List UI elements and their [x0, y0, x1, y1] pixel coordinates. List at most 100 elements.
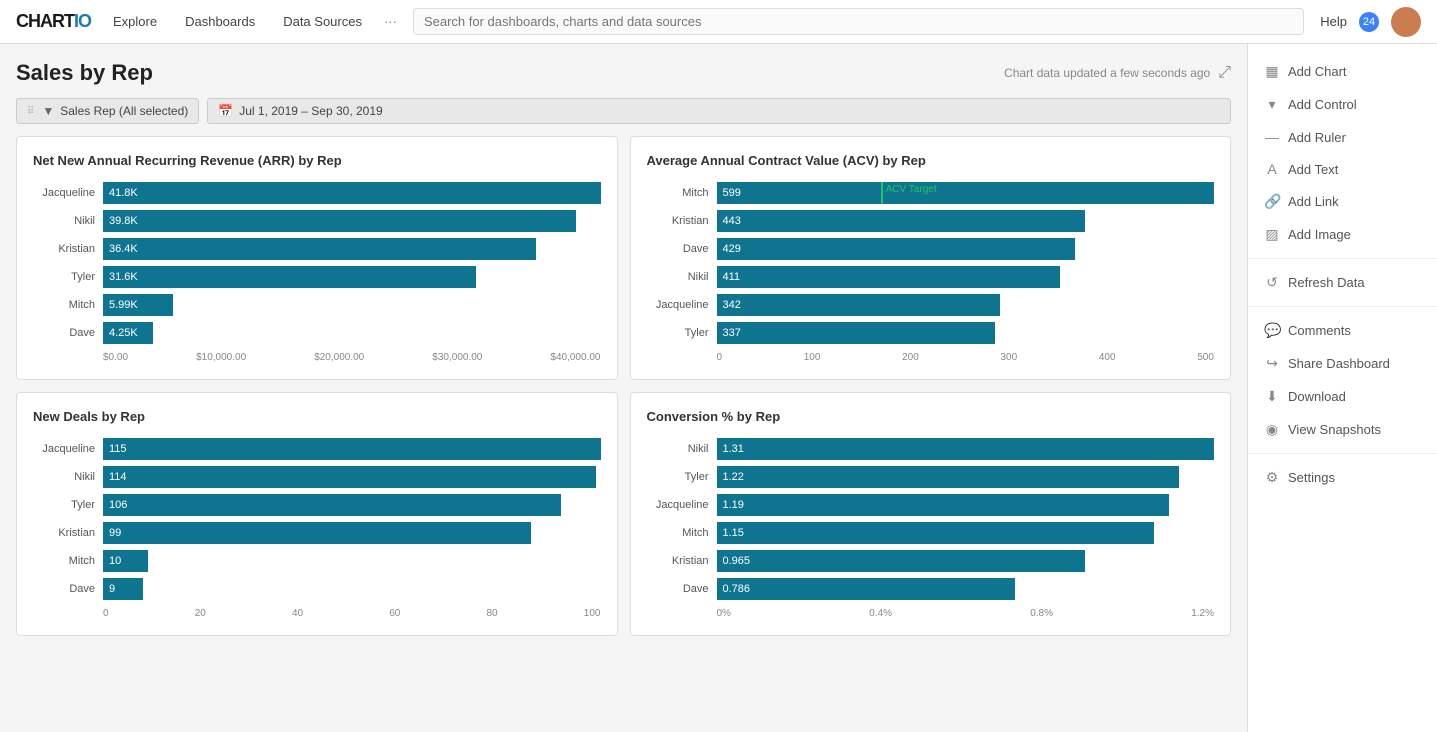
xaxis-tick: 300: [1001, 352, 1018, 363]
sidebar-item-comments[interactable]: 💬Comments: [1248, 315, 1437, 346]
bar-value: 4.25K: [109, 327, 138, 339]
xaxis-tick: $40,000.00: [550, 352, 600, 363]
bar-fill: 41.8K: [103, 182, 601, 204]
sidebar-item-add-text[interactable]: AAdd Text: [1248, 154, 1437, 184]
dashboard-header: Sales by Rep Chart data updated a few se…: [16, 60, 1231, 86]
chart-arr: Net New Annual Recurring Revenue (ARR) b…: [16, 136, 618, 380]
bar-value: 1.19: [723, 499, 744, 511]
add-ruler-icon: ―: [1264, 129, 1280, 145]
xaxis-tick: 100: [804, 352, 821, 363]
chart-arr-bars: Jacqueline41.8KNikil39.8KKristian36.4KTy…: [33, 182, 601, 344]
sidebar-divider: [1248, 306, 1437, 307]
bar-label: Mitch: [647, 187, 717, 199]
sidebar-item-view-snapshots[interactable]: ◉View Snapshots: [1248, 414, 1437, 445]
chart-arr-title: Net New Annual Recurring Revenue (ARR) b…: [33, 153, 601, 168]
avatar[interactable]: [1391, 7, 1421, 37]
xaxis-tick: 200: [902, 352, 919, 363]
bar-label: Jacqueline: [647, 499, 717, 511]
sidebar-item-label: Add Chart: [1288, 64, 1347, 79]
app-logo[interactable]: CHARTIO: [16, 11, 91, 32]
sidebar-item-add-control[interactable]: ▾Add Control: [1248, 89, 1437, 120]
bar-row: Tyler 337: [647, 322, 1215, 344]
notification-badge[interactable]: 24: [1359, 12, 1379, 32]
search-input[interactable]: [413, 8, 1304, 35]
bar-row: Kristian36.4K: [33, 238, 601, 260]
dashboard-meta: Chart data updated a few seconds ago ⤢: [1004, 64, 1231, 82]
download-icon: ⬇: [1264, 388, 1280, 405]
bar-fill: 99: [103, 522, 531, 544]
bar-row: Tyler1.22: [647, 466, 1215, 488]
sidebar-item-settings[interactable]: ⚙Settings: [1248, 462, 1437, 493]
help-link[interactable]: Help: [1320, 14, 1347, 29]
chart-conversion-xaxis: 0%0.4%0.8%1.2%: [647, 608, 1215, 619]
xaxis-tick: 1.2%: [1191, 608, 1214, 619]
sidebar-item-download[interactable]: ⬇Download: [1248, 381, 1437, 412]
bar-label: Nikil: [33, 471, 103, 483]
sidebar-item-add-link[interactable]: 🔗Add Link: [1248, 186, 1437, 217]
bar-label: Mitch: [33, 555, 103, 567]
bar-label: Tyler: [647, 327, 717, 339]
sidebar-item-label: Add Ruler: [1288, 130, 1346, 145]
filter-icon: ▼: [42, 104, 54, 118]
bar-value: 5.99K: [109, 299, 138, 311]
sidebar-item-refresh-data[interactable]: ↺Refresh Data: [1248, 267, 1437, 298]
bar-container: 443: [717, 210, 1215, 232]
bar-value: 36.4K: [109, 243, 138, 255]
bar-value: 31.6K: [109, 271, 138, 283]
calendar-icon: 📅: [218, 104, 233, 118]
xaxis-tick: 60: [389, 608, 400, 619]
bar-value: 99: [109, 527, 121, 539]
bar-row: Kristian443: [647, 210, 1215, 232]
bar-value: 9: [109, 583, 115, 595]
chart-acv-xaxis: 0100200300400500: [647, 352, 1215, 363]
bar-value: 39.8K: [109, 215, 138, 227]
bar-row: Nikil1.31: [647, 438, 1215, 460]
xaxis-tick: 40: [292, 608, 303, 619]
bar-row: Dave9: [33, 578, 601, 600]
bar-label: Nikil: [647, 271, 717, 283]
add-link-icon: 🔗: [1264, 193, 1280, 210]
expand-icon[interactable]: ⤢: [1218, 64, 1231, 82]
bar-row: Dave429: [647, 238, 1215, 260]
bar-row: Tyler106: [33, 494, 601, 516]
chart-deals-bars: Jacqueline115Nikil114Tyler106Kristian99M…: [33, 438, 601, 600]
bar-value: 337: [723, 327, 741, 339]
sidebar-item-add-ruler[interactable]: ― Add Ruler: [1248, 122, 1437, 152]
nav-data-sources[interactable]: Data Sources: [277, 10, 368, 33]
bar-value: 41.8K: [109, 187, 138, 199]
bar-container: 429: [717, 238, 1215, 260]
target-label: ACV Target: [886, 184, 937, 195]
xaxis-tick: 0: [717, 352, 723, 363]
bar-row: Mitch10: [33, 550, 601, 572]
sidebar-item-share-dashboard[interactable]: ↪Share Dashboard: [1248, 348, 1437, 379]
sales-rep-filter[interactable]: ⠿ ▼ Sales Rep (All selected): [16, 98, 199, 124]
bar-label: Mitch: [647, 527, 717, 539]
filter-bar: ⠿ ▼ Sales Rep (All selected) 📅 Jul 1, 20…: [16, 98, 1231, 124]
chart-conversion-title: Conversion % by Rep: [647, 409, 1215, 424]
bar-container: 9: [103, 578, 601, 600]
nav-dashboards[interactable]: Dashboards: [179, 10, 261, 33]
bar-label: Nikil: [33, 215, 103, 227]
target-line: [881, 182, 883, 204]
nav-more[interactable]: ···: [384, 14, 397, 29]
bar-fill: 1.22: [717, 466, 1180, 488]
right-sidebar: ▦Add Chart▾Add Control ― Add Ruler AAdd Tex…: [1247, 44, 1437, 732]
bar-row: Dave4.25K: [33, 322, 601, 344]
bar-fill: 10: [103, 550, 148, 572]
bar-container: 342: [717, 294, 1215, 316]
chart-deals: New Deals by Rep Jacqueline115Nikil114Ty…: [16, 392, 618, 636]
bar-label: Tyler: [647, 471, 717, 483]
bar-container: ACV Target599: [717, 182, 1215, 204]
sidebar-item-add-image[interactable]: ▨Add Image: [1248, 219, 1437, 250]
date-range-filter[interactable]: 📅 Jul 1, 2019 – Sep 30, 2019: [207, 98, 1231, 124]
bar-fill: 1.31: [717, 438, 1215, 460]
bar-row: Mitch1.15: [647, 522, 1215, 544]
bar-label: Kristian: [647, 555, 717, 567]
bar-row: Jacqueline41.8K: [33, 182, 601, 204]
bar-container: 411: [717, 266, 1215, 288]
sidebar-item-add-chart[interactable]: ▦Add Chart: [1248, 56, 1437, 87]
chart-conversion: Conversion % by Rep Nikil1.31Tyler1.22Ja…: [630, 392, 1232, 636]
bar-container: 114: [103, 466, 601, 488]
bar-fill: 0.965: [717, 550, 1085, 572]
nav-explore[interactable]: Explore: [107, 10, 163, 33]
